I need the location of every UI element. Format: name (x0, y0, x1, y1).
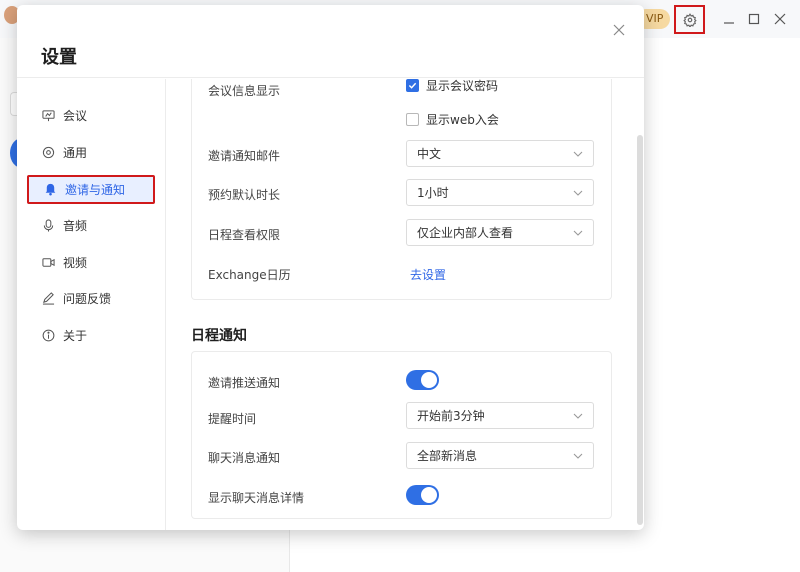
exchange-label: Exchange日历 (208, 268, 291, 282)
reminder-time-value: 开始前3分钟 (417, 409, 485, 423)
show-password-checkbox[interactable] (406, 79, 419, 92)
schedule-notify-card: 邀请推送通知 提醒时间 开始前3分钟 聊天消息通知 全部新消息 显示聊天消息详情 (191, 351, 612, 519)
content-scrollbar[interactable] (637, 135, 643, 525)
sidebar-item-general[interactable]: 通用 (33, 139, 153, 165)
email-language-select[interactable]: 中文 (406, 140, 594, 167)
chevron-down-icon (573, 230, 583, 236)
schedule-notify-title: 日程通知 (191, 328, 247, 344)
meeting-info-label: 会议信息显示 (208, 84, 281, 98)
default-duration-value: 1小时 (417, 186, 449, 200)
sidebar-item-label: 问题反馈 (63, 291, 112, 306)
maximize-icon (748, 13, 760, 25)
chat-detail-label: 显示聊天消息详情 (208, 491, 305, 505)
chat-notify-label: 聊天消息通知 (208, 451, 281, 465)
chat-notify-select[interactable]: 全部新消息 (406, 442, 594, 469)
default-duration-select[interactable]: 1小时 (406, 179, 594, 206)
bell-icon (43, 183, 57, 197)
sidebar-item-label: 邀请与通知 (65, 183, 126, 197)
invite-settings-card: 会议信息显示 显示会议密码 显示web入会 邀请通知邮件 中文 预约默认时长 1… (191, 79, 612, 300)
pencil-icon (41, 291, 55, 305)
chat-notify-value: 全部新消息 (417, 449, 478, 463)
sidebar-item-meeting[interactable]: 会议 (33, 102, 153, 128)
dialog-title: 设置 (41, 47, 77, 68)
push-notify-label: 邀请推送通知 (208, 376, 281, 390)
exchange-setup-link[interactable]: 去设置 (410, 266, 446, 283)
schedule-permission-select[interactable]: 仅企业内部人查看 (406, 219, 594, 246)
maximize-button[interactable] (745, 10, 763, 28)
schedule-permission-value: 仅企业内部人查看 (417, 226, 514, 240)
toggle-knob (421, 487, 437, 503)
sidebar-item-feedback[interactable]: 问题反馈 (33, 285, 153, 311)
close-icon (774, 13, 786, 25)
settings-button[interactable] (674, 5, 705, 34)
sidebar-item-label: 通用 (63, 145, 88, 160)
duration-label: 预约默认时长 (208, 188, 281, 202)
camera-icon (41, 255, 55, 269)
settings-content: 会议信息显示 显示会议密码 显示web入会 邀请通知邮件 中文 预约默认时长 1… (167, 79, 644, 530)
close-icon (613, 24, 625, 36)
settings-icon (41, 145, 55, 159)
chevron-down-icon (573, 413, 583, 419)
check-icon (408, 82, 417, 89)
settings-sidebar: 会议 通用 邀请与通知 音频 视频 问题反馈 关于 (17, 79, 166, 530)
push-notify-toggle[interactable] (406, 370, 439, 390)
show-password-label: 显示会议密码 (426, 79, 499, 93)
show-web-label: 显示web入会 (426, 113, 499, 127)
close-window-button[interactable] (771, 10, 789, 28)
info-icon (41, 328, 55, 342)
chat-detail-toggle[interactable] (406, 485, 439, 505)
toggle-knob (421, 372, 437, 388)
reminder-label: 提醒时间 (208, 412, 257, 426)
minimize-button[interactable] (720, 10, 738, 28)
show-password-option[interactable]: 显示会议密码 (406, 79, 498, 94)
show-web-checkbox[interactable] (406, 113, 419, 126)
sidebar-item-invite-notify[interactable]: 邀请与通知 (27, 175, 155, 204)
sidebar-item-label: 会议 (63, 108, 88, 123)
sidebar-item-about[interactable]: 关于 (33, 322, 153, 348)
permission-label: 日程查看权限 (208, 228, 281, 242)
sidebar-item-video[interactable]: 视频 (33, 249, 153, 275)
show-web-option[interactable]: 显示web入会 (406, 111, 499, 128)
sidebar-item-label: 视频 (63, 255, 88, 270)
gear-icon (682, 12, 697, 27)
dialog-header: 设置 (17, 5, 644, 78)
sidebar-item-label: 音频 (63, 218, 88, 233)
dialog-close-button[interactable] (613, 21, 627, 36)
meeting-icon (41, 108, 55, 122)
chevron-down-icon (573, 190, 583, 196)
chevron-down-icon (573, 453, 583, 459)
sidebar-item-label: 关于 (63, 328, 88, 343)
minimize-icon (724, 22, 734, 24)
email-language-value: 中文 (417, 147, 442, 161)
sidebar-item-audio[interactable]: 音频 (33, 212, 153, 238)
reminder-time-select[interactable]: 开始前3分钟 (406, 402, 594, 429)
email-label: 邀请通知邮件 (208, 149, 281, 163)
chevron-down-icon (573, 151, 583, 157)
microphone-icon (41, 218, 55, 232)
settings-dialog: 设置 会议 通用 邀请与通知 音频 视频 问题反馈 关于 会议信息显示 显示会议… (17, 5, 644, 530)
